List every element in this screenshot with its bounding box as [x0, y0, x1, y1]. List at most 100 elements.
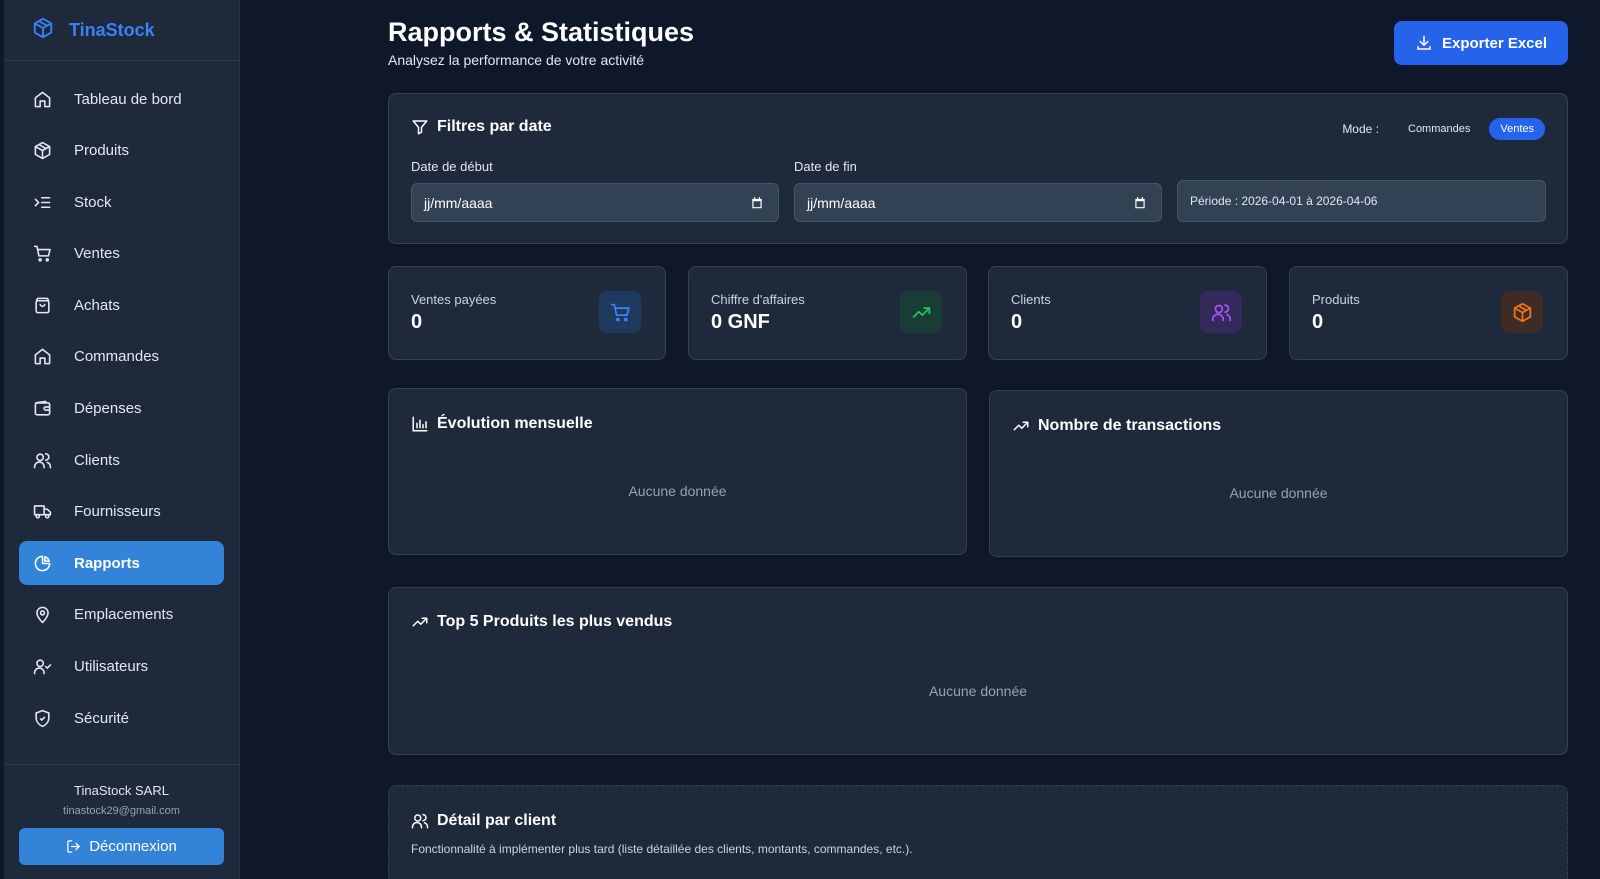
client-detail-title: Détail par client — [411, 812, 556, 830]
sidebar-item-label: Commandes — [74, 348, 160, 366]
sidebar-item-fournisseurs[interactable]: Fournisseurs — [19, 490, 224, 534]
company-name: TinaStock SARL — [74, 783, 169, 798]
map-pin-icon — [36, 607, 49, 624]
stat-value: 0 GNF — [711, 311, 770, 333]
end-date-input[interactable]: jj/mm/aaaa — [794, 183, 1162, 222]
brand-name: TinaStock — [69, 19, 155, 40]
filters-title: Filtres par date — [411, 118, 552, 136]
start-date-value: jj/mm/aaaa — [424, 194, 493, 211]
client-detail-title-text: Détail par client — [437, 812, 557, 829]
cube-logo-icon — [32, 17, 54, 44]
stat-icon-wrap — [599, 291, 641, 333]
sidebar-item-commandes[interactable]: Commandes — [19, 335, 224, 379]
stat-icon-wrap — [900, 291, 942, 333]
sidebar-item-tableau-de-bord[interactable]: Tableau de bord — [19, 77, 224, 121]
empty-state: Aucune donnée — [1229, 485, 1328, 501]
calendar-icon[interactable] — [1133, 196, 1147, 210]
stat-label: Ventes payées — [411, 292, 497, 307]
sidebar-item-produits[interactable]: Produits — [19, 129, 224, 173]
user-email: tinastock29@gmail.com — [63, 805, 180, 817]
sidebar-item-label: Dépenses — [74, 400, 142, 418]
trending-up-icon — [912, 306, 930, 318]
stat-value: 0 — [1011, 311, 1023, 333]
users-icon — [1211, 303, 1231, 321]
mode-switch: Mode : Commandes Ventes — [1342, 118, 1545, 140]
sidebar-item-achats[interactable]: Achats — [19, 283, 224, 327]
users-icon — [33, 452, 52, 469]
empty-state: Aucune donnée — [928, 683, 1028, 699]
start-date-label: Date de début — [411, 159, 493, 174]
logout-label: Déconnexion — [89, 838, 177, 855]
sidebar-item-label: Fournisseurs — [74, 503, 161, 521]
mode-label: Mode : — [1342, 122, 1379, 136]
users-icon — [411, 813, 429, 829]
user-check-icon — [33, 659, 52, 675]
logout-button[interactable]: Déconnexion — [19, 828, 224, 865]
monthly-chart-title-text: Évolution mensuelle — [437, 415, 593, 432]
sidebar-item-emplacements[interactable]: Emplacements — [19, 593, 224, 637]
trending-up-icon — [412, 617, 428, 627]
sidebar-item-label: Clients — [74, 451, 120, 469]
stat-value: 0 — [411, 311, 423, 333]
mode-ventes-button[interactable]: Ventes — [1489, 118, 1545, 140]
top-products-card: Top 5 Produits les plus vendus Aucune do… — [388, 587, 1568, 755]
stat-card-ventes: Ventes payées 0 — [388, 266, 666, 360]
periode-display: Période : 2026-04-01 à 2026-04-06 — [1177, 180, 1546, 222]
box-icon — [1513, 302, 1531, 322]
cart-icon — [33, 245, 51, 262]
sidebar-item-label: Utilisateurs — [74, 658, 149, 676]
shield-icon — [35, 709, 50, 727]
sidebar-nav: Tableau de bord Produits Stock Ventes Ac… — [4, 61, 239, 740]
start-date-input[interactable]: jj/mm/aaaa — [411, 183, 779, 222]
sidebar-item-label: Tableau de bord — [74, 90, 182, 108]
page-title: Rapports & Statistiques — [388, 17, 695, 47]
brand[interactable]: TinaStock — [4, 0, 239, 61]
sidebar-item-label: Sécurité — [74, 709, 130, 727]
stat-card-chiffre-affaires: Chiffre d'affaires 0 GNF — [688, 266, 967, 360]
sidebar-item-label: Produits — [74, 142, 130, 160]
sidebar-item-clients[interactable]: Clients — [19, 438, 224, 482]
sidebar-item-ventes[interactable]: Ventes — [19, 232, 224, 276]
logout-icon — [67, 840, 81, 853]
transactions-chart-title: Nombre de transactions — [1012, 417, 1221, 435]
export-excel-button[interactable]: Exporter Excel — [1394, 21, 1568, 65]
stat-card-produits: Produits 0 — [1289, 266, 1568, 360]
top-products-title: Top 5 Produits les plus vendus — [411, 613, 672, 631]
filters-title-text: Filtres par date — [437, 118, 552, 135]
top-products-title-text: Top 5 Produits les plus vendus — [437, 613, 673, 630]
client-detail-text: Fonctionnalité à implémenter plus tard (… — [411, 842, 913, 856]
box-icon — [34, 141, 51, 160]
transactions-chart-card: Nombre de transactions Aucune donnée — [989, 390, 1568, 557]
stat-icon-wrap — [1200, 291, 1242, 333]
shopping-bag-icon — [35, 297, 50, 314]
sidebar: TinaStock Tableau de bord Produits Stock… — [4, 0, 240, 879]
sidebar-item-rapports[interactable]: Rapports — [19, 541, 224, 586]
sidebar-item-depenses[interactable]: Dépenses — [19, 387, 224, 431]
stat-label: Clients — [1011, 292, 1051, 307]
stat-label: Produits — [1312, 292, 1360, 307]
list-indent-icon — [34, 196, 51, 208]
mode-commandes-button[interactable]: Commandes — [1397, 118, 1481, 140]
sidebar-item-utilisateurs[interactable]: Utilisateurs — [19, 645, 224, 689]
sidebar-item-label: Emplacements — [74, 606, 174, 624]
stat-icon-wrap — [1501, 291, 1543, 333]
monthly-chart-title: Évolution mensuelle — [411, 415, 593, 433]
client-detail-card: Détail par client Fonctionnalité à implé… — [388, 785, 1568, 879]
end-date-value: jj/mm/aaaa — [807, 194, 876, 211]
sidebar-item-securite[interactable]: Sécurité — [19, 696, 224, 740]
end-date-label: Date de fin — [794, 159, 857, 174]
stat-value: 0 — [1312, 311, 1324, 333]
sidebar-item-stock[interactable]: Stock — [19, 180, 224, 224]
sidebar-item-label: Ventes — [74, 245, 120, 263]
sidebar-item-label: Rapports — [74, 554, 140, 572]
bar-chart-icon — [412, 416, 428, 432]
trending-up-icon — [1013, 421, 1029, 431]
page-subtitle: Analysez la performance de votre activit… — [388, 52, 645, 68]
sidebar-footer: TinaStock SARL tinastock29@gmail.com Déc… — [4, 764, 239, 865]
calendar-icon[interactable] — [750, 196, 764, 210]
cart-icon — [610, 303, 630, 321]
sidebar-item-label: Achats — [74, 296, 120, 314]
filters-card: Filtres par date Mode : Commandes Ventes… — [388, 93, 1568, 244]
pie-chart-icon — [34, 555, 51, 572]
home-icon — [34, 91, 51, 107]
